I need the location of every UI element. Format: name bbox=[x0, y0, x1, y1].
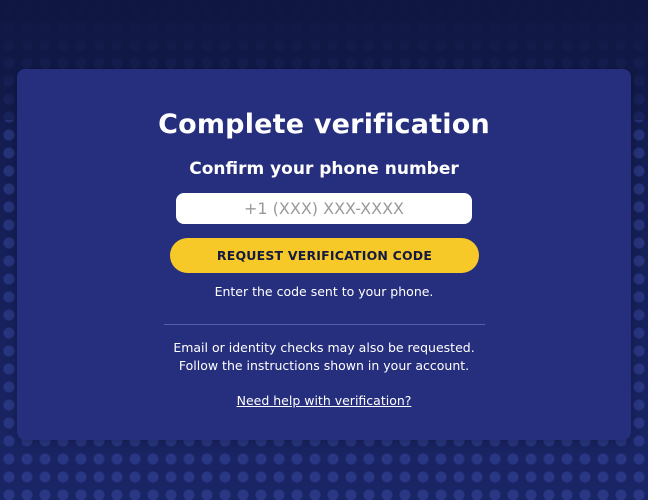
code-hint-text: Enter the code sent to your phone. bbox=[214, 284, 434, 299]
help-link-container: Need help with verification? bbox=[17, 393, 631, 408]
verification-help-link[interactable]: Need help with verification? bbox=[237, 393, 412, 408]
note-line-2: Follow the instructions shown in your ac… bbox=[178, 358, 470, 373]
request-verification-code-button[interactable]: REQUEST VERIFICATION CODE bbox=[170, 238, 479, 273]
verification-card: Complete verification Confirm your phone… bbox=[17, 69, 631, 440]
phone-number-input[interactable] bbox=[176, 193, 472, 224]
page-title: Complete verification bbox=[158, 109, 490, 140]
divider bbox=[164, 324, 485, 325]
page-subtitle: Confirm your phone number bbox=[189, 159, 459, 179]
note-line-1: Email or identity checks may also be req… bbox=[173, 340, 475, 355]
